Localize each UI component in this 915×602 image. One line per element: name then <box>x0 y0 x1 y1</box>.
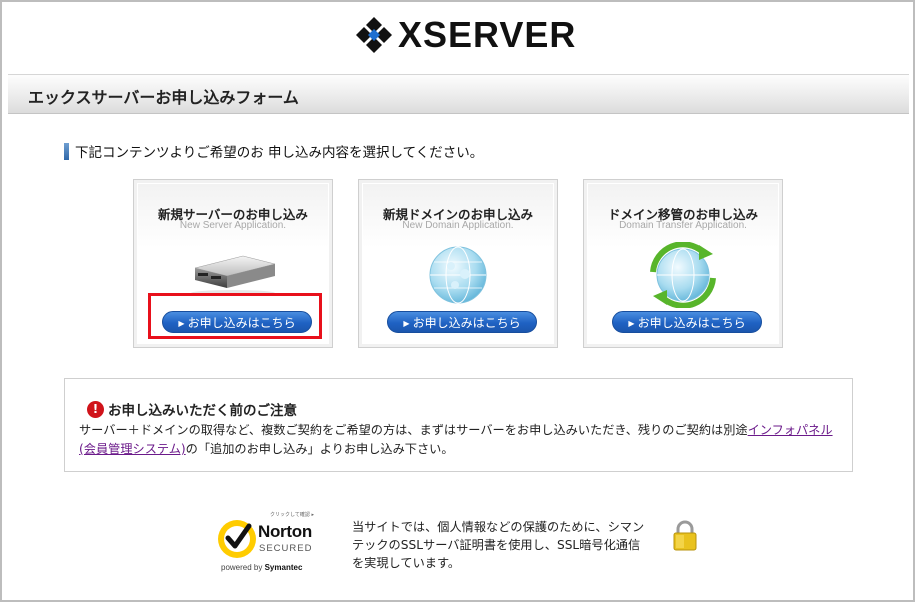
diamond-logo-icon <box>356 17 392 53</box>
warning-icon: ! <box>87 400 104 418</box>
highlight-annotation-box <box>148 293 322 339</box>
globe-transfer-icon <box>645 241 721 312</box>
apply-button-label: お申し込みはこちら <box>412 316 521 330</box>
domain-transfer-card: ドメイン移管のお申し込み Domain Transfer Application… <box>583 179 783 348</box>
triangle-right-icon: ▶ <box>403 319 410 328</box>
notice-title-text: お申し込みいただく前のご注意 <box>108 403 297 419</box>
card-subtitle: Domain Transfer Application. <box>619 220 747 231</box>
powered-brand: Symantec <box>264 563 303 572</box>
norton-verify-text: クリックして確認 ▸ <box>270 512 314 518</box>
notice-title: ! お申し込みいただく前のご注意 <box>87 399 297 419</box>
xserver-logo[interactable]: XSERVER <box>354 12 576 58</box>
norton-check-icon <box>218 520 256 558</box>
norton-secured: SECURED <box>259 543 313 554</box>
ssl-line-1: 当サイトでは、個人情報などの保護のために、シマン <box>352 520 645 534</box>
new-domain-card: 新規ドメインのお申し込み New Domain Application. ▶ お… <box>358 179 558 348</box>
notice-box: ! お申し込みいただく前のご注意 サーバー＋ドメインの取得など、複数ご契約をご希… <box>64 378 853 472</box>
card-inner: ドメイン移管のお申し込み Domain Transfer Application… <box>588 184 778 343</box>
triangle-right-icon: ▶ <box>628 319 635 328</box>
apply-button-label: お申し込みはこちら <box>637 316 746 330</box>
card-inner: 新規ドメインのお申し込み New Domain Application. ▶ お… <box>363 184 553 343</box>
card-subtitle: New Domain Application. <box>402 220 514 231</box>
card-subtitle: New Server Application. <box>179 220 287 231</box>
norton-powered-by: powered by Symantec <box>221 563 302 572</box>
section-heading: 下記コンテンツよりご希望のお 申し込み内容を選択してください。 <box>64 142 484 161</box>
domain-transfer-apply-button[interactable]: ▶ お申し込みはこちら <box>612 311 762 333</box>
padlock-icon <box>673 520 697 551</box>
form-title-bar: エックスサーバーお申し込みフォーム <box>8 74 909 114</box>
logo-text: XSERVER <box>398 14 577 55</box>
notice-body: サーバー＋ドメインの取得など、複数ご契約をご希望の方は、まずはサーバーをお申し込… <box>79 421 839 459</box>
ssl-line-2: テックのSSLサーバ証明書を使用し、SSL暗号化通信 <box>352 538 641 552</box>
norton-brand: Norton <box>258 522 312 541</box>
page-frame: XSERVER エックスサーバーお申し込みフォーム 下記コンテンツよりご希望のお… <box>0 0 915 602</box>
ssl-description: 当サイトでは、個人情報などの保護のために、シマン テックのSSLサーバ証明書を使… <box>352 518 652 572</box>
section-heading-text: 下記コンテンツよりご希望のお 申し込み内容を選択してください。 <box>75 145 484 161</box>
heading-bar-icon <box>64 142 69 160</box>
notice-text-1: サーバー＋ドメインの取得など、複数ご契約をご希望の方は、まずはサーバーをお申し込… <box>79 423 748 437</box>
powered-prefix: powered by <box>221 563 265 572</box>
ssl-line-3: を実現しています。 <box>352 556 461 570</box>
notice-text-2: の「追加のお申し込み」よりお申し込み下さい。 <box>185 442 454 456</box>
norton-secured-seal[interactable]: クリックして確認 ▸ Norton SECURED powered by Sym… <box>214 510 326 576</box>
globe-icon <box>427 244 489 310</box>
new-domain-apply-button[interactable]: ▶ お申し込みはこちら <box>387 311 537 333</box>
page-title: エックスサーバーお申し込みフォーム <box>28 88 299 107</box>
